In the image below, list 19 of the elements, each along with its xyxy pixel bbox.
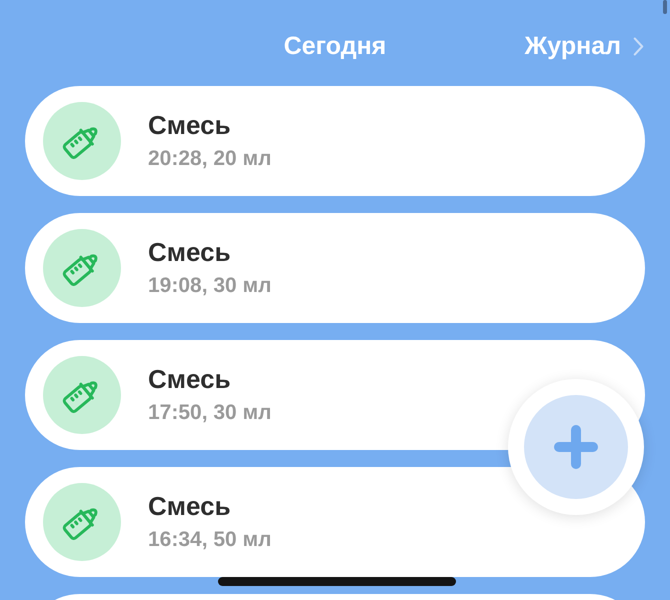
- entry-details: 19:08, 30 мл: [148, 273, 272, 299]
- feeding-entry-card[interactable]: Смесь 19:08, 30 мл: [25, 213, 645, 323]
- entry-title: Смесь: [148, 491, 232, 521]
- plus-icon: [554, 425, 598, 469]
- screen-title: Сегодня: [284, 32, 386, 60]
- entry-title: Смесь: [148, 110, 232, 140]
- entry-title: Смесь: [148, 364, 232, 394]
- scroll-indicator: [663, 0, 667, 14]
- chevron-icon: [633, 36, 644, 56]
- bottle-icon: [43, 229, 121, 307]
- entry-title: Смесь: [148, 237, 232, 267]
- feeding-entry-card[interactable]: Смесь 20:28, 20 мл: [25, 86, 645, 196]
- entry-details: 20:28, 20 мл: [148, 146, 272, 172]
- entry-details: 16:34, 50 мл: [148, 527, 272, 553]
- feeding-entry-card[interactable]: Смесь 16:34, 50 мл: [25, 467, 645, 577]
- entry-details: 17:50, 30 мл: [148, 400, 272, 426]
- bottle-icon: [43, 102, 121, 180]
- bottle-icon: [43, 483, 121, 561]
- bottle-icon: [43, 356, 121, 434]
